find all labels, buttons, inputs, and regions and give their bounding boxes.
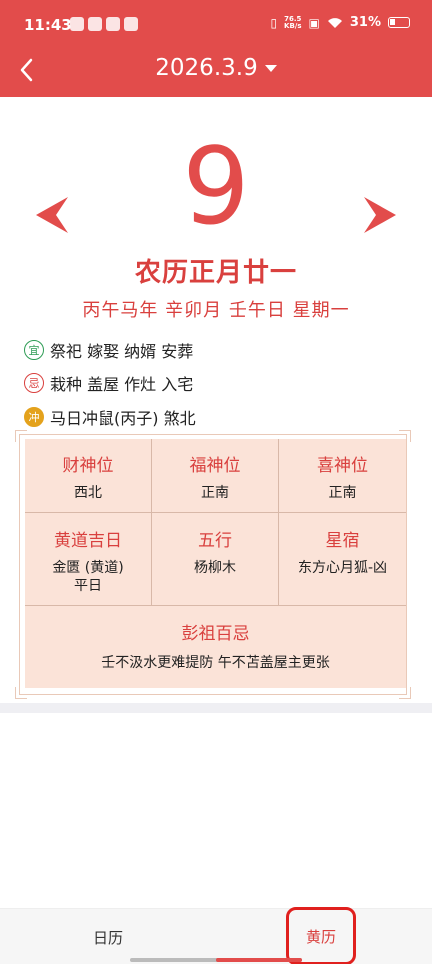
app-notification-icon xyxy=(88,17,102,31)
app-notification-icon xyxy=(106,17,120,31)
wuxing-cell: 五行 杨柳木 xyxy=(152,526,278,577)
date-picker-title[interactable]: 2026.3.9 xyxy=(0,55,432,81)
current-date: 2026.3.9 xyxy=(155,55,258,81)
caishen-cell: 财神位 西北 xyxy=(25,451,151,502)
xishen-title: 喜神位 xyxy=(317,456,368,476)
yi-badge: 宜 xyxy=(24,340,44,360)
caishen-value: 西北 xyxy=(74,485,102,501)
huangdao-value-line: 平日 xyxy=(74,578,102,594)
previous-day-button[interactable] xyxy=(36,197,68,237)
xingxiu-title: 星宿 xyxy=(325,531,360,551)
xingxiu-value: 东方心月狐-凶 xyxy=(297,560,388,576)
status-indicators: ▯ 76.5 KB/s ▣ 31% xyxy=(270,15,410,30)
ganzhi-date: 丙午马年 辛卯月 壬午日 星期一 xyxy=(82,300,350,321)
ji-badge: 忌 xyxy=(24,373,44,393)
sim-icon: ▣ xyxy=(308,15,320,30)
huangdao-value: 金匮 (黄道) 平日 xyxy=(25,559,151,595)
ji-text: 栽种 盖屋 作灶 入宅 xyxy=(50,375,194,394)
home-indicator-active xyxy=(216,958,302,962)
almanac-grid: 财神位 西北 福神位 正南 喜神位 正南 黄道吉日 金匮 (黄道) 平日 五行 … xyxy=(25,439,406,688)
battery-icon xyxy=(388,17,410,28)
chong-text: 马日冲鼠(丙子) 煞北 xyxy=(50,409,196,428)
status-bar: 11:43 ▯ 76.5 KB/s ▣ 31% xyxy=(0,0,432,50)
wuxing-value: 杨柳木 xyxy=(194,560,236,576)
grid-divider xyxy=(25,605,406,606)
xishen-value: 正南 xyxy=(328,485,357,501)
notification-icons xyxy=(70,17,138,31)
yi-text: 祭祀 嫁娶 纳婿 安葬 xyxy=(50,342,194,361)
arrow-right-icon xyxy=(364,197,396,233)
net-speed: 76.5 KB/s xyxy=(284,15,302,30)
next-day-button[interactable] xyxy=(364,197,396,237)
bottom-nav: 日历 黄历 xyxy=(0,907,432,964)
vibrate-icon: ▯ xyxy=(270,15,278,30)
status-time: 11:43 xyxy=(24,16,72,34)
wuxing-title: 五行 xyxy=(198,531,232,551)
net-speed-unit: KB/s xyxy=(284,21,302,30)
app-header: 11:43 ▯ 76.5 KB/s ▣ 31% 2026.3.9 xyxy=(0,0,432,97)
tab-calendar[interactable]: 日历 xyxy=(60,909,156,964)
app-notification-icon xyxy=(70,17,84,31)
frame-corner xyxy=(15,687,27,699)
chong-row: 冲 马日冲鼠(丙子) 煞北 xyxy=(24,405,196,429)
xingxiu-cell: 星宿 东方心月狐-凶 xyxy=(279,526,406,577)
huangdao-value-line: 金匮 (黄道) xyxy=(52,560,124,576)
yi-row: 宜 祭祀 嫁娶 纳婿 安葬 xyxy=(24,338,193,362)
huangdao-cell: 黄道吉日 金匮 (黄道) 平日 xyxy=(25,526,151,595)
wifi-icon xyxy=(327,17,342,28)
section-divider xyxy=(0,703,432,713)
xishen-cell: 喜神位 正南 xyxy=(279,451,406,502)
huangdao-title: 黄道吉日 xyxy=(54,531,122,551)
pengzu-cell: 彭祖百忌 壬不汲水更难提防 午不苫盖屋主更张 xyxy=(25,619,406,672)
fushen-value: 正南 xyxy=(201,485,229,501)
caret-down-icon xyxy=(264,65,277,72)
chong-badge: 冲 xyxy=(24,407,44,427)
lunar-date: 农历正月廿一 xyxy=(134,258,297,288)
ji-row: 忌 栽种 盖屋 作灶 入宅 xyxy=(24,371,193,395)
arrow-left-icon xyxy=(36,197,68,233)
grid-divider xyxy=(25,512,406,513)
battery-percent: 31% xyxy=(349,15,381,30)
tab-almanac[interactable]: 黄历 xyxy=(286,907,356,964)
pengzu-value: 壬不汲水更难提防 午不苫盖屋主更张 xyxy=(101,655,330,671)
frame-corner xyxy=(399,687,411,699)
caishen-title: 财神位 xyxy=(62,456,114,476)
fushen-cell: 福神位 正南 xyxy=(152,451,278,502)
app-notification-icon xyxy=(124,17,138,31)
fushen-title: 福神位 xyxy=(189,456,241,476)
pengzu-title: 彭祖百忌 xyxy=(181,624,250,644)
